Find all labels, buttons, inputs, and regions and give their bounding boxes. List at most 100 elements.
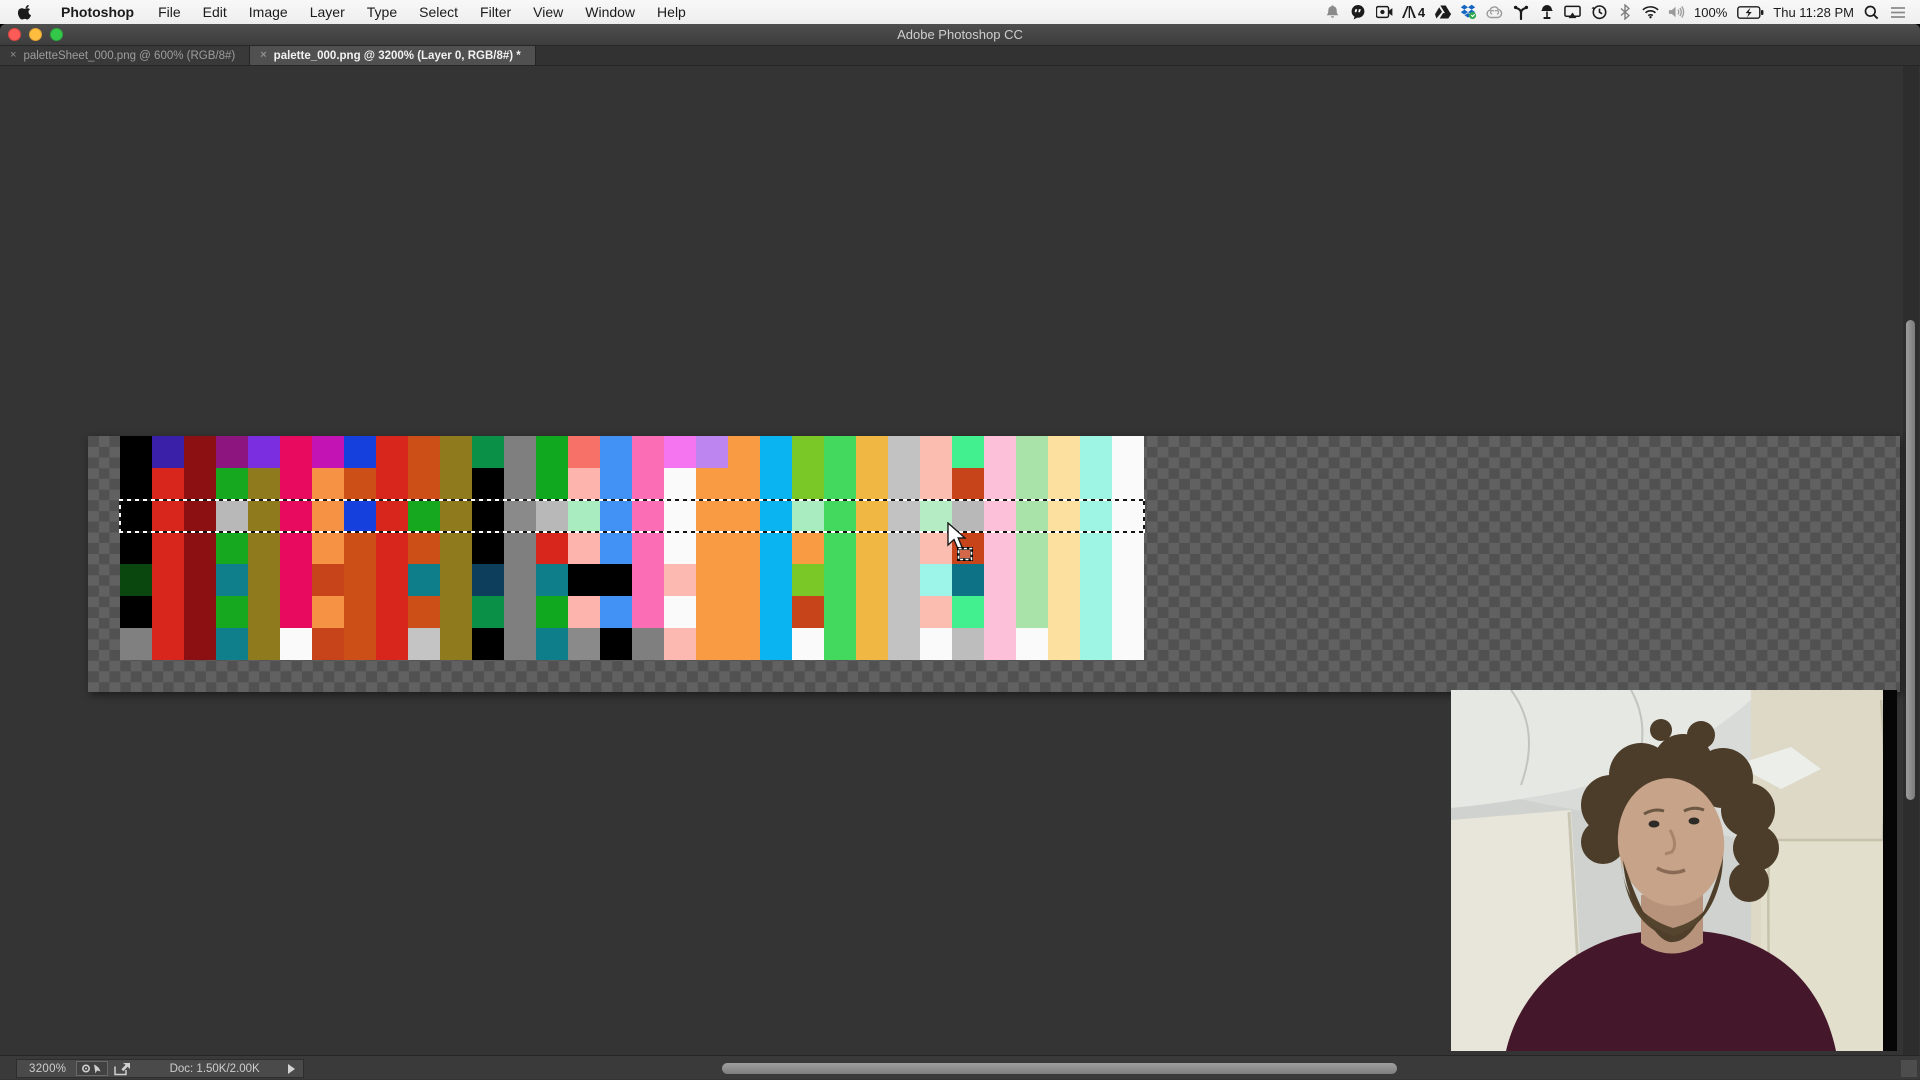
- palette-pixel: [280, 564, 312, 596]
- menu-item-layer[interactable]: Layer: [299, 0, 356, 24]
- tab-palette-000[interactable]: × palette_000.png @ 3200% (Layer 0, RGB/…: [250, 46, 536, 65]
- close-tab-icon[interactable]: ×: [260, 50, 266, 61]
- menubar-clock[interactable]: Thu 11:28 PM: [1773, 5, 1854, 20]
- time-machine-icon[interactable]: [1590, 4, 1607, 21]
- menu-item-file[interactable]: File: [147, 0, 192, 24]
- google-drive-icon[interactable]: [1434, 4, 1451, 21]
- palette-pixel: [344, 532, 376, 564]
- palette-pixel: [504, 532, 536, 564]
- branch-icon[interactable]: [1512, 4, 1529, 21]
- status-tools-button[interactable]: [76, 1061, 108, 1076]
- volume-icon[interactable]: [1668, 4, 1685, 21]
- screen-capture-icon[interactable]: [1376, 4, 1393, 21]
- palette-pixel: [952, 628, 984, 660]
- palette-image[interactable]: [120, 436, 1144, 660]
- palette-pixel: [184, 564, 216, 596]
- tab-label: paletteSheet_000.png @ 600% (RGB/8#): [23, 50, 235, 62]
- bluetooth-icon[interactable]: [1616, 4, 1633, 21]
- notification-bell-icon[interactable]: [1324, 4, 1341, 21]
- vertical-scrollbar-thumb[interactable]: [1906, 320, 1915, 800]
- palette-column-6: [280, 436, 312, 660]
- palette-column-8: [344, 436, 376, 660]
- menu-item-photoshop[interactable]: Photoshop: [50, 0, 147, 24]
- palette-pixel: [952, 596, 984, 628]
- palette-column-23: [824, 436, 856, 660]
- palette-pixel: [920, 628, 952, 660]
- window-title-bar[interactable]: Adobe Photoshop CC: [0, 24, 1920, 46]
- menu-item-image[interactable]: Image: [238, 0, 299, 24]
- creative-cloud-icon[interactable]: [1486, 4, 1503, 21]
- vertical-scrollbar[interactable]: [1903, 66, 1919, 1055]
- palette-pixel: [152, 596, 184, 628]
- wifi-icon[interactable]: [1642, 4, 1659, 21]
- close-tab-icon[interactable]: ×: [10, 50, 16, 61]
- palette-pixel: [792, 628, 824, 660]
- airplay-icon[interactable]: [1564, 4, 1581, 21]
- zoom-window-button[interactable]: [50, 28, 63, 41]
- apple-menu-icon[interactable]: [18, 3, 36, 21]
- resize-corner[interactable]: [1901, 1060, 1917, 1077]
- palette-pixel: [760, 468, 792, 500]
- menu-item-help[interactable]: Help: [646, 0, 697, 24]
- palette-pixel: [824, 532, 856, 564]
- palette-pixel: [888, 468, 920, 500]
- palette-pixel: [408, 468, 440, 500]
- palette-pixel: [792, 436, 824, 468]
- minimize-window-button[interactable]: [29, 28, 42, 41]
- palette-column-22: [792, 436, 824, 660]
- status-flyout-arrow-icon[interactable]: [288, 1064, 295, 1074]
- dropbox-icon[interactable]: [1460, 4, 1477, 21]
- document-tab-bar: × paletteSheet_000.png @ 600% (RGB/8#) ×…: [0, 46, 1920, 66]
- selection-marquee: [119, 499, 1145, 533]
- doc-size-label[interactable]: Doc: 1.50K/2.00K: [141, 1063, 288, 1075]
- palette-pixel: [888, 596, 920, 628]
- horizontal-scrollbar-thumb[interactable]: [722, 1063, 1397, 1074]
- palette-pixel: [632, 628, 664, 660]
- spotlight-icon[interactable]: [1863, 4, 1880, 21]
- palette-pixel: [664, 596, 696, 628]
- palette-pixel: [376, 436, 408, 468]
- palette-pixel: [1080, 468, 1112, 500]
- palette-pixel: [600, 468, 632, 500]
- palette-pixel: [1048, 564, 1080, 596]
- palette-pixel: [1080, 436, 1112, 468]
- menu-item-filter[interactable]: Filter: [469, 0, 522, 24]
- palette-pixel: [760, 628, 792, 660]
- document-canvas[interactable]: [0, 66, 1920, 1055]
- palette-pixel: [824, 564, 856, 596]
- palette-pixel: [728, 628, 760, 660]
- zoom-level-field[interactable]: 3200%: [17, 1063, 76, 1075]
- tab-palettesheet-000[interactable]: × paletteSheet_000.png @ 600% (RGB/8#): [0, 46, 250, 65]
- tab-label: palette_000.png @ 3200% (Layer 0, RGB/8#…: [274, 50, 521, 62]
- palette-pixel: [600, 564, 632, 596]
- palette-pixel: [600, 628, 632, 660]
- palette-pixel: [1112, 596, 1144, 628]
- adobe-a4-icon[interactable]: 4: [1402, 4, 1425, 21]
- menu-item-window[interactable]: Window: [574, 0, 646, 24]
- palette-pixel: [696, 596, 728, 628]
- palette-pixel: [216, 468, 248, 500]
- palette-pixel: [504, 564, 536, 596]
- palette-pixel: [1048, 436, 1080, 468]
- palette-pixel: [792, 468, 824, 500]
- menu-item-edit[interactable]: Edit: [192, 0, 238, 24]
- menu-item-type[interactable]: Type: [356, 0, 408, 24]
- palette-column-17: [632, 436, 664, 660]
- notification-center-icon[interactable]: [1889, 4, 1906, 21]
- menu-items: Photoshop FileEditImageLayerTypeSelectFi…: [50, 0, 697, 24]
- battery-charging-icon[interactable]: [1736, 4, 1764, 21]
- palette-pixel: [312, 532, 344, 564]
- chat-icon[interactable]: [1350, 4, 1367, 21]
- share-icon[interactable]: [114, 1062, 131, 1076]
- palette-pixel: [152, 468, 184, 500]
- palette-pixel: [760, 436, 792, 468]
- menu-item-view[interactable]: View: [522, 0, 574, 24]
- palette-pixel: [280, 436, 312, 468]
- utility-lamp-icon[interactable]: [1538, 4, 1555, 21]
- menu-item-select[interactable]: Select: [408, 0, 469, 24]
- palette-pixel: [856, 628, 888, 660]
- palette-pixel: [408, 436, 440, 468]
- palette-pixel: [1112, 468, 1144, 500]
- close-window-button[interactable]: [8, 28, 21, 41]
- palette-pixel: [664, 564, 696, 596]
